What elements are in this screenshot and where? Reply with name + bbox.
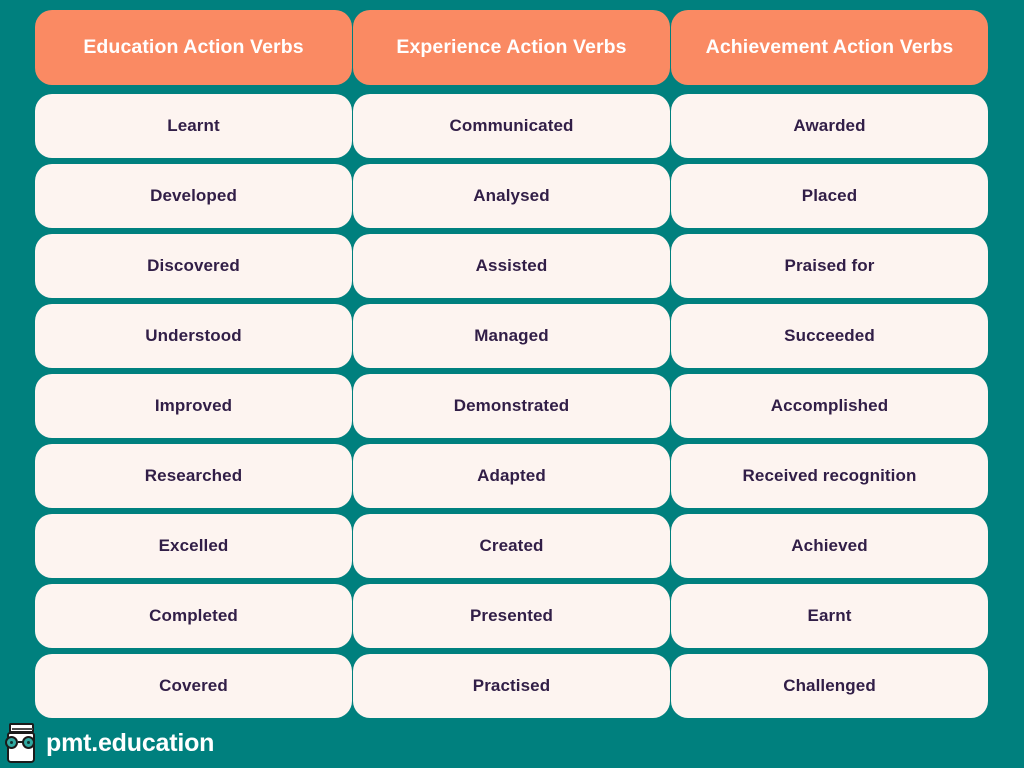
brand-name: pmt.education [46,728,215,757]
verb-card: Created [353,514,670,578]
column-header-achievement: Achievement Action Verbs [671,10,988,85]
glasses-icon [4,736,38,750]
verb-card: Completed [35,584,352,648]
footer-bar: pmt.education [0,718,1024,768]
verb-card: Learnt [35,94,352,158]
verb-card: Achieved [671,514,988,578]
column-achievement: Achievement Action Verbs Awarded Placed … [671,10,988,718]
verb-card: Received recognition [671,444,988,508]
verb-card: Discovered [35,234,352,298]
glasses-lens-left [5,736,18,749]
action-verbs-board: Education Action Verbs Learnt Developed … [35,10,988,718]
verb-card: Covered [35,654,352,718]
column-experience: Experience Action Verbs Communicated Ana… [353,10,670,718]
verb-card: Excelled [35,514,352,578]
verb-card: Practised [353,654,670,718]
verb-card: Improved [35,374,352,438]
verb-card: Managed [353,304,670,368]
verb-card: Researched [35,444,352,508]
verb-card: Awarded [671,94,988,158]
glasses-lens-right [22,736,35,749]
column-header-experience: Experience Action Verbs [353,10,670,85]
verb-card: Communicated [353,94,670,158]
verb-card: Praised for [671,234,988,298]
column-header-education: Education Action Verbs [35,10,352,85]
verb-card: Challenged [671,654,988,718]
verb-card: Succeeded [671,304,988,368]
verb-card: Placed [671,164,988,228]
verb-card: Presented [353,584,670,648]
pmt-mascot-glasses-book-icon [4,722,38,764]
verb-card: Understood [35,304,352,368]
verb-card: Demonstrated [353,374,670,438]
verb-card: Analysed [353,164,670,228]
column-education: Education Action Verbs Learnt Developed … [35,10,352,718]
verb-card: Assisted [353,234,670,298]
verb-card: Earnt [671,584,988,648]
verb-card: Adapted [353,444,670,508]
verb-card: Accomplished [671,374,988,438]
verb-card: Developed [35,164,352,228]
